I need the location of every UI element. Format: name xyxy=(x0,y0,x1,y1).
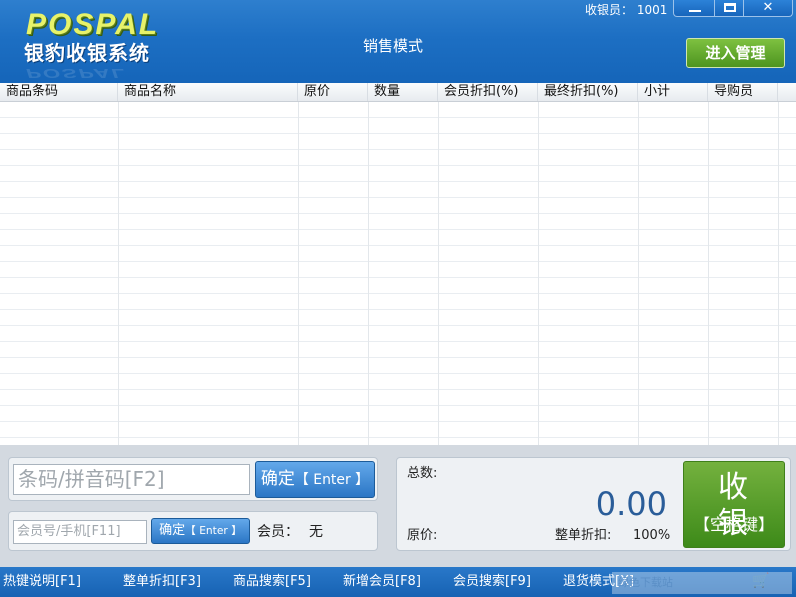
cart-icon: 🛒 xyxy=(752,573,770,589)
maximize-button[interactable] xyxy=(714,0,744,17)
column-header-quantity[interactable]: 数量 xyxy=(368,83,438,101)
enter-key-hint: 【 Enter 】 xyxy=(294,472,370,488)
table-body[interactable] xyxy=(0,102,796,445)
hotkey-new-member[interactable]: 新增会员[F8] xyxy=(343,572,421,592)
close-icon: ✕ xyxy=(762,0,774,15)
whole-order-discount-label: 整单折扣: xyxy=(555,528,612,543)
barcode-confirm-button[interactable]: 确定【 Enter 】 xyxy=(255,461,375,498)
summary-panel: 总数: 0.00 原价: 整单折扣: 100% 收 银 【空格键】 xyxy=(396,457,791,551)
checkout-area: 条码/拼音码[F2] 确定【 Enter 】 会员号/手机[F11] 确定【 E… xyxy=(0,445,796,567)
column-divider xyxy=(368,102,369,445)
barcode-panel: 条码/拼音码[F2] 确定【 Enter 】 xyxy=(8,457,378,501)
sales-table[interactable]: 商品条码 商品名称 原价 数量 会员折扣(%) 最终折扣(%) 小计 导购员 xyxy=(0,83,796,445)
original-price-label: 原价: xyxy=(407,528,438,543)
column-divider xyxy=(708,102,709,445)
confirm-label: 确定 xyxy=(260,469,295,489)
logo: POSPAL xyxy=(26,8,160,41)
hotkey-product-search[interactable]: 商品搜索[F5] xyxy=(233,572,311,592)
column-divider xyxy=(538,102,539,445)
column-header-subtotal[interactable]: 小计 xyxy=(638,83,708,101)
column-divider xyxy=(298,102,299,445)
member-value: 无 xyxy=(309,524,323,540)
enter-key-hint: 【 Enter 】 xyxy=(185,524,242,537)
space-key-hint: 【空格键】 xyxy=(693,515,774,534)
column-header-product-name[interactable]: 商品名称 xyxy=(118,83,298,101)
total-amount: 0.00 xyxy=(595,485,667,523)
column-header-barcode[interactable]: 商品条码 xyxy=(0,83,118,101)
minimize-icon xyxy=(689,10,701,12)
table-header: 商品条码 商品名称 原价 数量 会员折扣(%) 最终折扣(%) 小计 导购员 xyxy=(0,83,796,102)
barcode-input[interactable]: 条码/拼音码[F2] xyxy=(13,464,250,495)
column-divider xyxy=(778,102,779,445)
title-bar: POSPAL POSPAL 银豹收银系统 销售模式 收银员： 1001 ✕ 进入… xyxy=(0,0,796,83)
column-divider xyxy=(638,102,639,445)
confirm-label: 确定 xyxy=(159,523,186,538)
column-header-original-price[interactable]: 原价 xyxy=(298,83,368,101)
member-panel: 会员号/手机[F11] 确定【 Enter 】 会员： 无 xyxy=(8,511,378,551)
column-header-member-discount[interactable]: 会员折扣(%) xyxy=(438,83,538,101)
whole-order-discount-value: 100% xyxy=(633,528,671,543)
logo-subtitle: 银豹收银系统 xyxy=(24,41,150,65)
enter-management-button[interactable]: 进入管理 xyxy=(686,38,785,68)
column-divider xyxy=(438,102,439,445)
total-label: 总数: xyxy=(407,466,438,481)
hotkey-whole-discount[interactable]: 整单折扣[F3] xyxy=(123,572,201,592)
member-label: 会员： xyxy=(257,524,299,540)
mode-title: 销售模式 xyxy=(363,37,424,55)
hotkey-help[interactable]: 热键说明[F1] xyxy=(3,572,81,592)
maximize-icon xyxy=(724,3,736,12)
column-header-salesperson[interactable]: 导购员 xyxy=(708,83,778,101)
cashier-label: 收银员： 1001 xyxy=(585,3,668,17)
minimize-button[interactable] xyxy=(673,0,715,17)
column-header-final-discount[interactable]: 最终折扣(%) xyxy=(538,83,638,101)
checkout-button[interactable]: 收 银 【空格键】 xyxy=(683,461,785,548)
close-button[interactable]: ✕ xyxy=(743,0,793,17)
member-confirm-button[interactable]: 确定【 Enter 】 xyxy=(151,518,250,544)
column-divider xyxy=(118,102,119,445)
logo-reflection: POSPAL xyxy=(26,65,127,81)
member-input[interactable]: 会员号/手机[F11] xyxy=(13,520,147,544)
hotkey-member-search[interactable]: 会员搜索[F9] xyxy=(453,572,531,592)
